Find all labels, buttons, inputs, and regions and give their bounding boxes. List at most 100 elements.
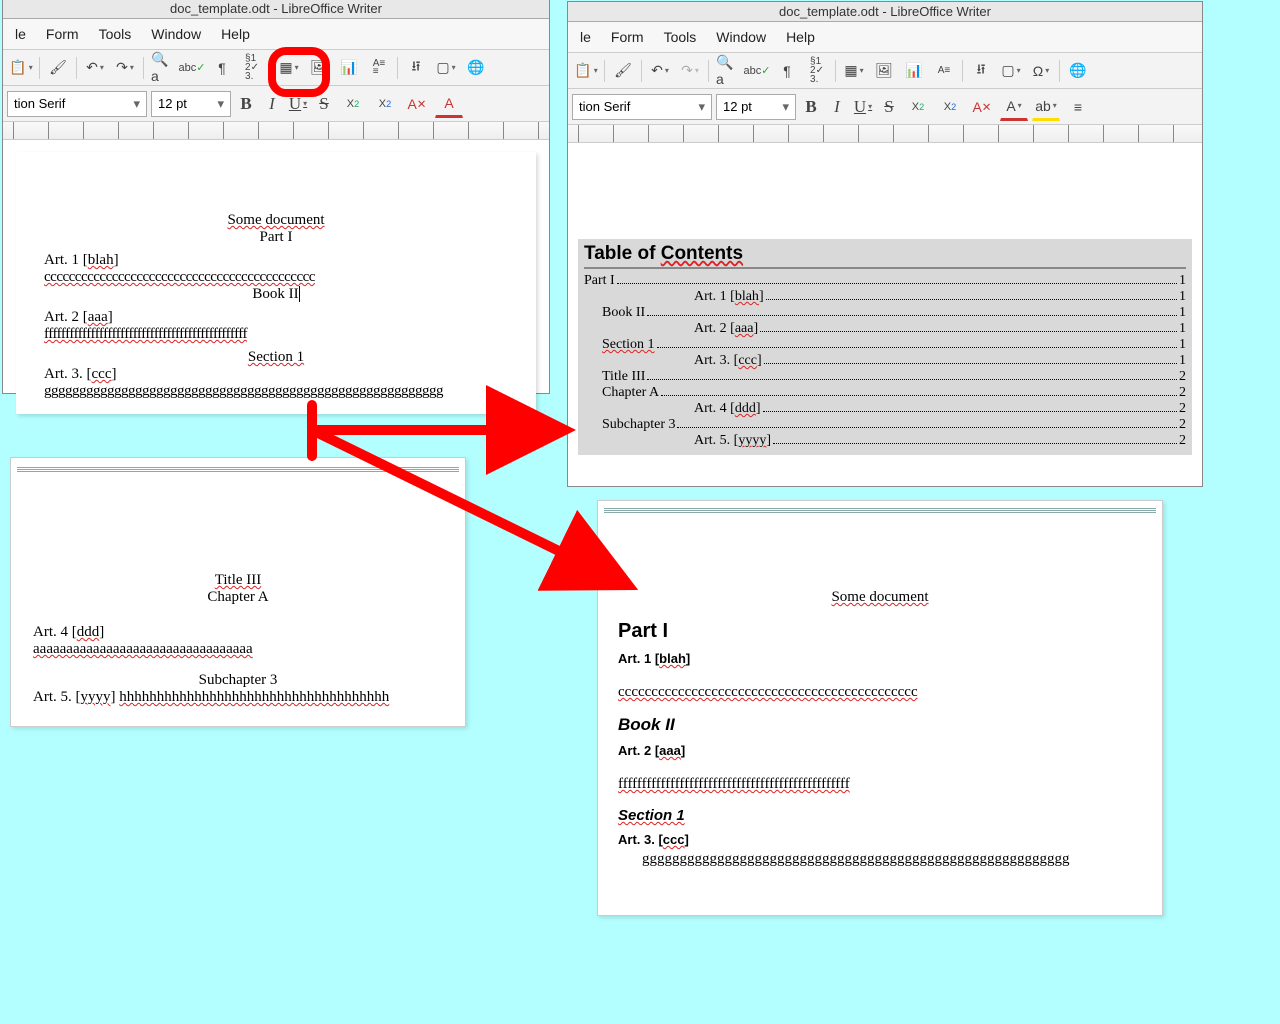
res-part: Part I <box>618 620 1142 643</box>
insert-table-button[interactable]: ▦ <box>275 54 303 82</box>
font-name-combo[interactable]: tion Serif▾ <box>572 94 712 120</box>
res-book: Book II <box>618 715 1142 735</box>
document-page-right[interactable]: Table of Contents Part I1Art. 1 [blah]1B… <box>572 147 1198 477</box>
toc-entry[interactable]: Section 11 <box>584 337 1186 353</box>
more-button[interactable]: ≡ <box>1064 93 1092 121</box>
superscript-button[interactable]: X2 <box>339 90 367 118</box>
insert-textbox-button[interactable]: A≡ <box>930 57 958 85</box>
frag-chapter: Chapter A <box>33 589 443 606</box>
insert-more-button[interactable]: 🌐 <box>462 54 490 82</box>
underline-button[interactable]: U <box>852 93 874 121</box>
insert-image-button[interactable]: 🖼 <box>305 54 333 82</box>
strike-button[interactable]: S <box>313 90 335 118</box>
find-button[interactable]: 🔍a <box>713 57 741 85</box>
insert-link-button[interactable]: 🌐 <box>1064 57 1092 85</box>
highlight-button[interactable]: ab <box>1032 93 1060 121</box>
insert-field-button[interactable]: ▢ <box>432 54 460 82</box>
bold-button[interactable]: B <box>235 90 257 118</box>
formatting-marks-button[interactable]: ¶ <box>773 57 801 85</box>
res-line-g: gggggggggggggggggggggggggggggggggggggggg… <box>642 851 1142 868</box>
italic-button[interactable]: I <box>261 90 283 118</box>
window-title: doc_template.odt - LibreOffice Writer <box>3 0 549 19</box>
doc-book: Book II <box>44 286 508 303</box>
menu-window[interactable]: Window <box>143 23 209 45</box>
menu-form-r[interactable]: Form <box>603 26 652 48</box>
font-size-combo[interactable]: 12 pt▾ <box>151 91 231 117</box>
toc-title: Table of Contents <box>584 243 1186 265</box>
menu-help[interactable]: Help <box>213 23 258 45</box>
right-window: doc_template.odt - LibreOffice Writer le… <box>567 1 1203 487</box>
menu-tools[interactable]: Tools <box>91 23 140 45</box>
formatting-marks-button[interactable]: ¶ <box>208 54 236 82</box>
horizontal-ruler[interactable] <box>3 122 549 140</box>
toc-entry[interactable]: Chapter A2 <box>584 385 1186 401</box>
toc-entry[interactable]: Book II1 <box>584 305 1186 321</box>
menu-tools-r[interactable]: Tools <box>656 26 705 48</box>
bold-button[interactable]: B <box>800 93 822 121</box>
clear-format-button[interactable]: A✕ <box>403 90 431 118</box>
frag-subch: Subchapter 3 <box>33 672 443 689</box>
insert-chart-button[interactable]: 📊 <box>335 54 363 82</box>
toc-entry[interactable]: Part I1 <box>584 273 1186 289</box>
toc-entry[interactable]: Art. 3. [ccc]1 <box>584 353 1186 369</box>
document-page[interactable]: Some document Part I Art. 1 [blah] ccccc… <box>16 152 536 414</box>
undo-button[interactable]: ↶ <box>646 57 674 85</box>
font-color-button[interactable]: A <box>1000 93 1028 121</box>
insert-image-button[interactable]: 🖼 <box>870 57 898 85</box>
spellcheck-button[interactable]: abc✓ <box>178 54 206 82</box>
subscript-button[interactable]: X2 <box>936 93 964 121</box>
redo-button[interactable]: ↷ <box>676 57 704 85</box>
spellcheck-button[interactable]: abc✓ <box>743 57 771 85</box>
insert-chart-button[interactable]: 📊 <box>900 57 928 85</box>
insert-specialchar-button[interactable]: Ω <box>1027 57 1055 85</box>
art-4: Art. 4 [ddd] <box>33 624 443 641</box>
menu-help-r[interactable]: Help <box>778 26 823 48</box>
superscript-button[interactable]: X2 <box>904 93 932 121</box>
doc-part: Part I <box>44 229 508 246</box>
font-size-combo[interactable]: 12 pt▾ <box>716 94 796 120</box>
menu-form[interactable]: Form <box>38 23 87 45</box>
paste-button[interactable]: 📋 <box>7 54 35 82</box>
toc-entry[interactable]: Art. 5. [yyyy]2 <box>584 433 1186 449</box>
redo-button[interactable]: ↷ <box>111 54 139 82</box>
chapter-numbering-button[interactable]: §12✓3. <box>238 54 266 82</box>
line-a: aaaaaaaaaaaaaaaaaaaaaaaaaaaaaaaaa <box>33 641 443 658</box>
menubar-right: le Form Tools Window Help <box>568 22 1202 53</box>
res-art2: Art. 2 [aaa] <box>618 743 1142 758</box>
toc-entry[interactable]: Art. 4 [ddd]2 <box>584 401 1186 417</box>
find-button[interactable]: 🔍a <box>148 54 176 82</box>
insert-table-button[interactable]: ▦ <box>840 57 868 85</box>
italic-button[interactable]: I <box>826 93 848 121</box>
font-name-combo[interactable]: tion Serif▾ <box>7 91 147 117</box>
subscript-button[interactable]: X2 <box>371 90 399 118</box>
toolbar-formatting-right: tion Serif▾ 12 pt▾ B I U S X2 X2 A✕ A ab… <box>568 89 1202 125</box>
doc-title: Some document <box>44 212 508 229</box>
toc-entry[interactable]: Title III2 <box>584 369 1186 385</box>
font-size-value: 12 pt <box>723 99 752 114</box>
toc-entry[interactable]: Art. 2 [aaa]1 <box>584 321 1186 337</box>
menu-window-r[interactable]: Window <box>708 26 774 48</box>
horizontal-ruler-right[interactable] <box>568 125 1202 143</box>
art-5-line: Art. 5. [yyyy] hhhhhhhhhhhhhhhhhhhhhhhhh… <box>33 689 443 706</box>
menu-file[interactable]: le <box>7 23 34 45</box>
strike-button[interactable]: S <box>878 93 900 121</box>
doc-section: Section 1 <box>44 349 508 366</box>
underline-button[interactable]: U <box>287 90 309 118</box>
menu-file-r[interactable]: le <box>572 26 599 48</box>
insert-textbox-button[interactable]: A≡≡ <box>365 54 393 82</box>
line-f: ffffffffffffffffffffffffffffffffffffffff… <box>44 326 508 343</box>
chapter-numbering-button[interactable]: §12✓3. <box>803 57 831 85</box>
clone-format-button[interactable]: 🖌 <box>44 54 72 82</box>
toc-entry[interactable]: Subchapter 32 <box>584 417 1186 433</box>
paste-button[interactable]: 📋 <box>572 57 600 85</box>
toc-entry[interactable]: Art. 1 [blah]1 <box>584 289 1186 305</box>
clear-format-button[interactable]: A✕ <box>968 93 996 121</box>
res-line-f: ffffffffffffffffffffffffffffffffffffffff… <box>618 776 1142 793</box>
insert-field-button[interactable]: ▢ <box>997 57 1025 85</box>
clone-format-button[interactable]: 🖌 <box>609 57 637 85</box>
frag-title: Title III <box>33 572 443 589</box>
undo-button[interactable]: ↶ <box>81 54 109 82</box>
insert-pagebreak-button[interactable]: ⭿ <box>402 54 430 82</box>
font-color-button[interactable]: A <box>435 90 463 118</box>
insert-pagebreak-button[interactable]: ⭿ <box>967 57 995 85</box>
